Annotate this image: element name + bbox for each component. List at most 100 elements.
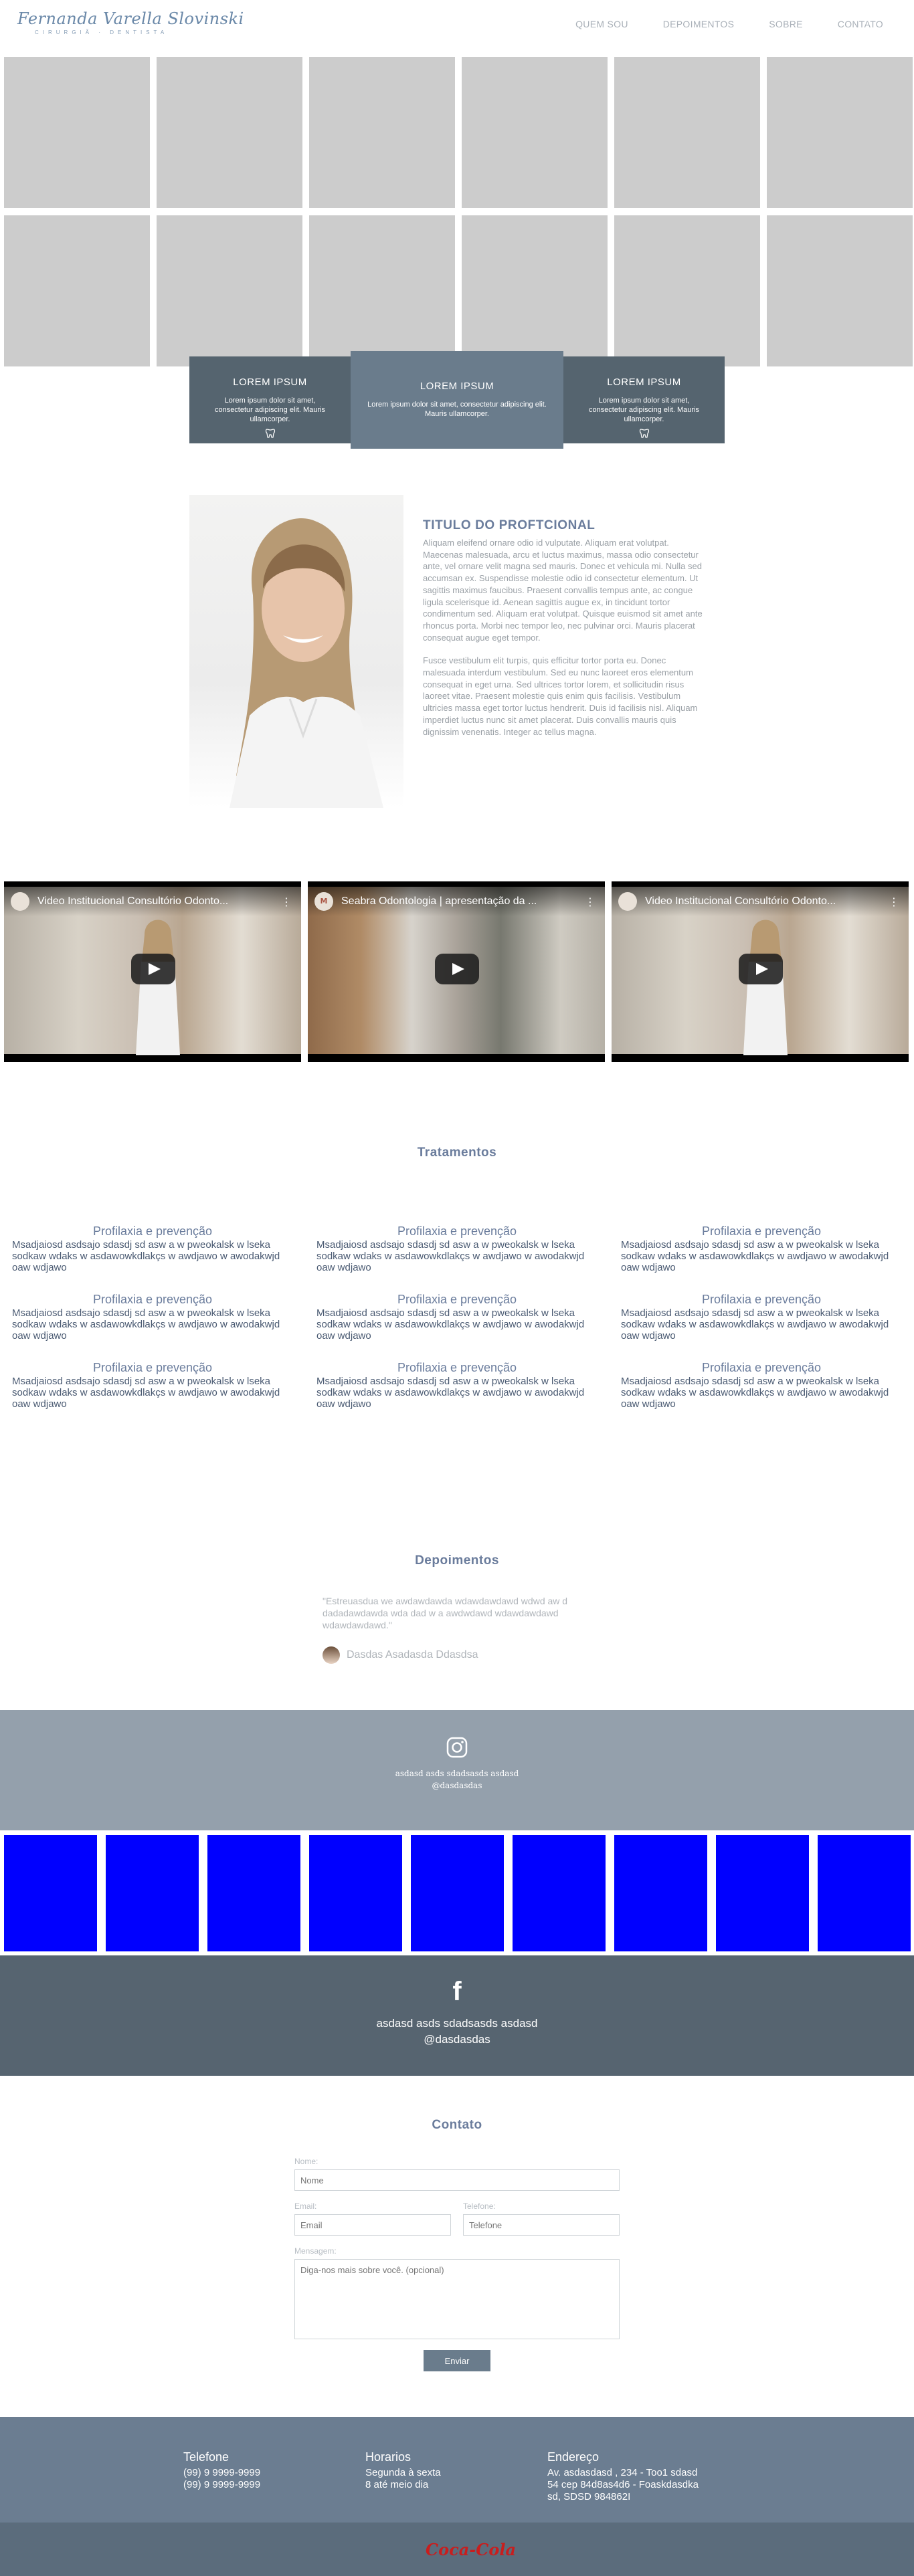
feed-tile[interactable]	[411, 1835, 504, 1951]
play-button[interactable]	[131, 954, 175, 984]
treatment-item: Profilaxia e prevenção Msadjaiosd asdsajo…	[316, 1293, 598, 1341]
gallery-image[interactable]	[462, 215, 608, 366]
logo-name: Fernanda Varella Slovinski	[17, 9, 244, 28]
card-text: Lorem ipsum dolor sit amet, consectetur …	[367, 401, 547, 418]
feed-tile[interactable]	[309, 1835, 402, 1951]
instagram-icon[interactable]	[446, 1737, 468, 1758]
nav-sobre[interactable]: SOBRE	[769, 19, 803, 29]
phone-label: Telefone:	[463, 2202, 496, 2211]
treatment-text: Msadjaiosd asdsajo sdasdj sd asw a w pwe…	[621, 1239, 889, 1273]
card-title: LOREM IPSUM	[607, 377, 681, 388]
treatment-item: Profilaxia e prevenção Msadjaiosd asdsajo…	[12, 1224, 293, 1273]
channel-avatar[interactable]	[618, 892, 637, 911]
feed-tile[interactable]	[818, 1835, 911, 1951]
treatment-title: Profilaxia e prevenção	[92, 1361, 213, 1374]
instagram-handle[interactable]: @dasdasdas	[0, 1780, 914, 1792]
logo[interactable]: Fernanda Varella Slovinski CIRURGIÃ · DE…	[17, 9, 244, 35]
footer-hours-title: Horarios	[365, 2450, 412, 2464]
phone-group: Telefone:	[463, 2202, 620, 2236]
more-options-icon[interactable]: ⋮	[281, 895, 292, 908]
video-title-bar: Video Institucional Consultório Odonto..…	[4, 887, 301, 916]
channel-avatar[interactable]: M	[314, 892, 333, 911]
facebook-icon[interactable]: f	[0, 1978, 914, 2005]
contact-form: Nome: Email: Telefone: Mensagem: Enviar	[294, 2157, 620, 2371]
feed-tile[interactable]	[106, 1835, 199, 1951]
about-paragraph: Fusce vestibulum elit turpis, quis effic…	[423, 655, 698, 737]
gallery-image[interactable]	[614, 215, 760, 366]
email-field[interactable]	[294, 2214, 451, 2236]
gallery-image[interactable]	[309, 57, 455, 208]
feature-card[interactable]: LOREM IPSUM Lorem ipsum dolor sit amet, …	[189, 356, 351, 443]
feed-tile[interactable]	[614, 1835, 707, 1951]
footer-address-2: 54 cep 84d8as4d6 - Foaskdasdka	[547, 2479, 699, 2490]
footer-hours-1: Segunda à sexta	[365, 2467, 441, 2478]
treatment-title: Profilaxia e prevenção	[92, 1293, 213, 1306]
treatment-item: Profilaxia e prevenção Msadjaiosd asdsajo…	[621, 1224, 902, 1273]
feed-tile[interactable]	[513, 1835, 606, 1951]
gallery-image[interactable]	[462, 57, 608, 208]
portrait-illustration	[230, 518, 383, 808]
treatment-title: Profilaxia e prevenção	[701, 1293, 822, 1306]
partner-logo[interactable]: Coca-Cola	[426, 2540, 516, 2559]
nav-contato[interactable]: CONTATO	[838, 19, 883, 29]
video-embed[interactable]: Video Institucional Consultório Odonto..…	[612, 881, 909, 1062]
name-field[interactable]	[294, 2169, 620, 2191]
nav-depoimentos[interactable]: DEPOIMENTOS	[663, 19, 735, 29]
send-button[interactable]: Enviar	[424, 2350, 490, 2371]
more-options-icon[interactable]: ⋮	[585, 895, 596, 908]
card-title: LOREM IPSUM	[233, 377, 307, 388]
feed-tile[interactable]	[207, 1835, 300, 1951]
gallery-image[interactable]	[157, 57, 302, 208]
treatment-text: Msadjaiosd asdsajo sdasdj sd asw a w pwe…	[316, 1376, 585, 1410]
treatment-item: Profilaxia e prevenção Msadjaiosd asdsajo…	[316, 1361, 598, 1410]
gallery-image[interactable]	[767, 57, 913, 208]
gallery-image[interactable]	[4, 215, 150, 366]
footer-phone-1[interactable]: (99) 9 9999-9999	[183, 2467, 260, 2479]
play-button[interactable]	[435, 954, 479, 984]
gallery-image[interactable]	[614, 57, 760, 208]
video-title[interactable]: Seabra Odontologia | apresentação da ...	[341, 895, 569, 907]
more-options-icon[interactable]: ⋮	[889, 895, 899, 908]
video-title[interactable]: Video Institucional Consultório Odonto..…	[645, 895, 873, 907]
footer-phone-title: Telefone	[183, 2450, 230, 2464]
contact-heading: Contato	[432, 2118, 482, 2132]
tooth-icon	[639, 429, 649, 438]
feature-card-highlight[interactable]: LOREM IPSUM Lorem ipsum dolor sit amet, …	[351, 351, 563, 449]
phone-field[interactable]	[463, 2214, 620, 2236]
treatment-title: Profilaxia e prevenção	[701, 1361, 822, 1374]
treatment-text: Msadjaiosd asdsajo sdasdj sd asw a w pwe…	[12, 1307, 280, 1341]
bottom-bar: Coca-Cola	[0, 2523, 914, 2576]
instagram-text: asdasd asds sdadsasds asdasd @dasdasdas	[0, 1767, 914, 1792]
gallery-image[interactable]	[309, 215, 455, 366]
message-field[interactable]	[294, 2259, 620, 2339]
treatment-text: Msadjaiosd asdsajo sdasdj sd asw a w pwe…	[316, 1239, 585, 1273]
treatment-text: Msadjaiosd asdsajo sdasdj sd asw a w pwe…	[621, 1307, 889, 1341]
facebook-handle[interactable]: @dasdasdas	[0, 2032, 914, 2048]
feed-tile[interactable]	[4, 1835, 97, 1951]
feed-tile[interactable]	[716, 1835, 809, 1951]
professional-photo	[189, 495, 403, 808]
name-label: Nome:	[294, 2157, 318, 2166]
main-nav: QUEM SOU DEPOIMENTOS SOBRE CONTATO	[575, 19, 883, 29]
footer-address-title: Endereço	[547, 2450, 600, 2464]
video-embed[interactable]: Video Institucional Consultório Odonto..…	[4, 881, 301, 1062]
video-title[interactable]: Video Institucional Consultório Odonto..…	[37, 895, 265, 907]
treatment-text: Msadjaiosd asdsajo sdasdj sd asw a w pwe…	[12, 1239, 280, 1273]
gallery-image[interactable]	[157, 215, 302, 366]
footer-phone-2[interactable]: (99) 9 9999-9999	[183, 2479, 260, 2491]
email-label: Email:	[294, 2202, 317, 2211]
card-text: Lorem ipsum dolor sit amet, consectetur …	[588, 397, 700, 423]
nav-quem-sou[interactable]: QUEM SOU	[575, 19, 628, 29]
footer-address-3: sd, SDSD 984862I	[547, 2491, 631, 2502]
feature-card[interactable]: LOREM IPSUM Lorem ipsum dolor sit amet, …	[563, 356, 725, 443]
treatment-title: Profilaxia e prevenção	[397, 1361, 517, 1374]
gallery-image[interactable]	[4, 57, 150, 208]
video-embed[interactable]: M Seabra Odontologia | apresentação da .…	[308, 881, 605, 1062]
facebook-line-1: asdasd asds sdadsasds asdasd	[376, 2017, 538, 2030]
gallery-image[interactable]	[767, 215, 913, 366]
logo-subtitle: CIRURGIÃ · DENTISTA	[35, 29, 169, 35]
testimonial-quote: "Estreuasdua we awdawdawda wdawdawdawd w…	[323, 1596, 568, 1630]
play-button[interactable]	[739, 954, 783, 984]
video-title-bar: M Seabra Odontologia | apresentação da .…	[308, 887, 605, 916]
channel-avatar[interactable]	[11, 892, 29, 911]
